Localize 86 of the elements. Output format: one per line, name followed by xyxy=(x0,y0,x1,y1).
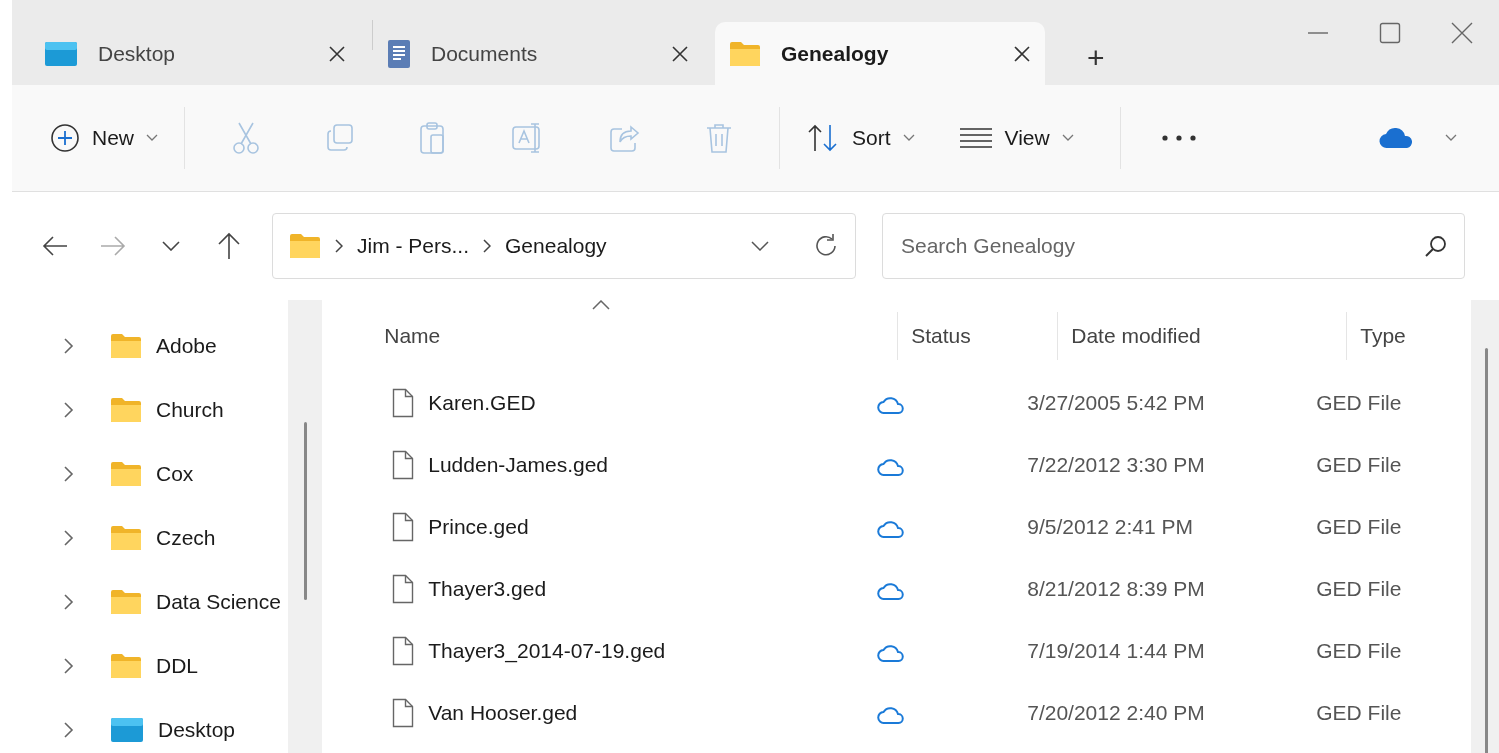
breadcrumb[interactable]: Genealogy xyxy=(505,230,607,262)
chevron-down-icon xyxy=(146,134,158,142)
type-cell-text: GED File xyxy=(1315,514,1403,541)
search-box[interactable]: Search Genealogy xyxy=(882,213,1465,279)
plus-circle-icon xyxy=(50,123,80,153)
close-icon[interactable] xyxy=(671,44,689,63)
forward-arrow-icon xyxy=(100,235,126,257)
date-cell-text: 7/19/2014 1:44 PM xyxy=(1026,638,1206,665)
file-icon xyxy=(392,636,415,666)
file-name[interactable]: Thayer3_2014-07-19.ged xyxy=(352,635,854,667)
new-tab-button[interactable]: + xyxy=(1077,43,1115,73)
file-name[interactable]: Van Hooser.ged xyxy=(352,697,854,729)
chevron-down-icon[interactable] xyxy=(751,241,769,251)
clipboard-icon xyxy=(419,121,447,155)
sidebar-item[interactable]: Church xyxy=(12,378,288,442)
folder-icon xyxy=(110,461,142,487)
date-cell-text: 8/21/2012 8:39 PM xyxy=(1026,576,1206,603)
file-name[interactable]: Karen.GED xyxy=(352,387,854,419)
trash-icon xyxy=(705,122,733,154)
file-icon xyxy=(392,512,415,542)
file-icon xyxy=(392,574,415,604)
scrollbar-thumb[interactable] xyxy=(303,422,307,600)
chevron-down-icon xyxy=(162,241,180,251)
chevron-down-icon xyxy=(902,134,915,142)
folder-icon xyxy=(289,233,321,259)
sort-button[interactable]: Sort xyxy=(794,114,927,162)
file-icon xyxy=(392,698,415,728)
scrollbar-thumb[interactable] xyxy=(1485,348,1489,753)
sidebar-item[interactable]: Desktop xyxy=(12,698,288,753)
column-header[interactable]: Date modified xyxy=(1057,312,1347,360)
close-icon[interactable] xyxy=(328,44,346,63)
monitor-icon xyxy=(110,717,144,743)
search-field[interactable]: Search Genealogy xyxy=(899,229,1424,263)
scissors-icon xyxy=(231,121,261,155)
sidebar-item[interactable]: Adobe xyxy=(12,314,288,378)
type-cell-text: GED File xyxy=(1315,700,1403,727)
maximize-icon[interactable] xyxy=(1379,22,1401,44)
sidebar-item[interactable]: Data Science xyxy=(12,570,288,634)
document-icon xyxy=(387,38,411,69)
back-arrow-icon xyxy=(42,235,68,257)
file-name[interactable]: Ludden-James.ged xyxy=(352,449,854,481)
chevron-down-icon xyxy=(1061,134,1074,142)
folder-icon xyxy=(729,40,761,67)
file-icon xyxy=(392,450,415,480)
folder-icon xyxy=(110,653,142,679)
date-cell-text: 7/20/2012 2:40 PM xyxy=(1026,700,1206,727)
date-cell-text: 9/5/2012 2:41 PM xyxy=(1026,514,1195,541)
sidebar-item[interactable]: Czech xyxy=(12,506,288,570)
column-header[interactable]: Name xyxy=(352,312,898,360)
breadcrumb[interactable]: Jim - Pers... xyxy=(357,230,469,262)
close-icon[interactable] xyxy=(1013,44,1031,63)
tab[interactable]: Desktop xyxy=(30,22,360,85)
file-icon xyxy=(392,388,415,418)
type-cell-text: GED File xyxy=(1315,390,1403,417)
share-icon xyxy=(609,123,641,153)
folder-icon xyxy=(110,589,142,615)
file-name[interactable]: Prince.ged xyxy=(352,511,854,543)
folder-icon xyxy=(110,525,142,551)
tab[interactable]: Documents xyxy=(373,22,703,85)
type-cell-text: GED File xyxy=(1315,452,1403,479)
tab[interactable]: Genealogy xyxy=(715,22,1045,85)
list-view-icon xyxy=(958,127,993,149)
chevron-right-icon xyxy=(483,239,491,253)
copy-icon xyxy=(325,123,355,153)
up-arrow-icon xyxy=(217,232,241,260)
type-cell-text: GED File xyxy=(1315,638,1403,665)
view-button[interactable]: View xyxy=(946,114,1086,162)
refresh-icon[interactable] xyxy=(813,233,839,259)
monitor-icon xyxy=(44,40,78,67)
column-header[interactable]: Status xyxy=(897,312,1058,360)
date-cell-text: 7/22/2012 3:30 PM xyxy=(1026,452,1206,479)
sidebar-item[interactable]: Cox xyxy=(12,442,288,506)
folder-icon xyxy=(110,397,142,423)
type-cell-text: GED File xyxy=(1315,576,1403,603)
more-icon xyxy=(1160,134,1197,142)
file-name[interactable]: Thayer3.ged xyxy=(352,573,854,605)
sidebar-item[interactable]: DDL xyxy=(12,634,288,698)
chevron-right-icon xyxy=(335,239,343,253)
cloud-icon xyxy=(1379,127,1415,149)
date-cell-text: 3/27/2005 5:42 PM xyxy=(1026,390,1206,417)
address-bar[interactable]: Jim - Pers... Genealogy xyxy=(272,213,856,279)
sort-icon xyxy=(806,123,840,153)
folder-icon xyxy=(110,333,142,359)
search-icon xyxy=(1424,234,1448,258)
chevron-down-icon xyxy=(1445,134,1457,142)
new-button[interactable]: New xyxy=(38,114,170,162)
